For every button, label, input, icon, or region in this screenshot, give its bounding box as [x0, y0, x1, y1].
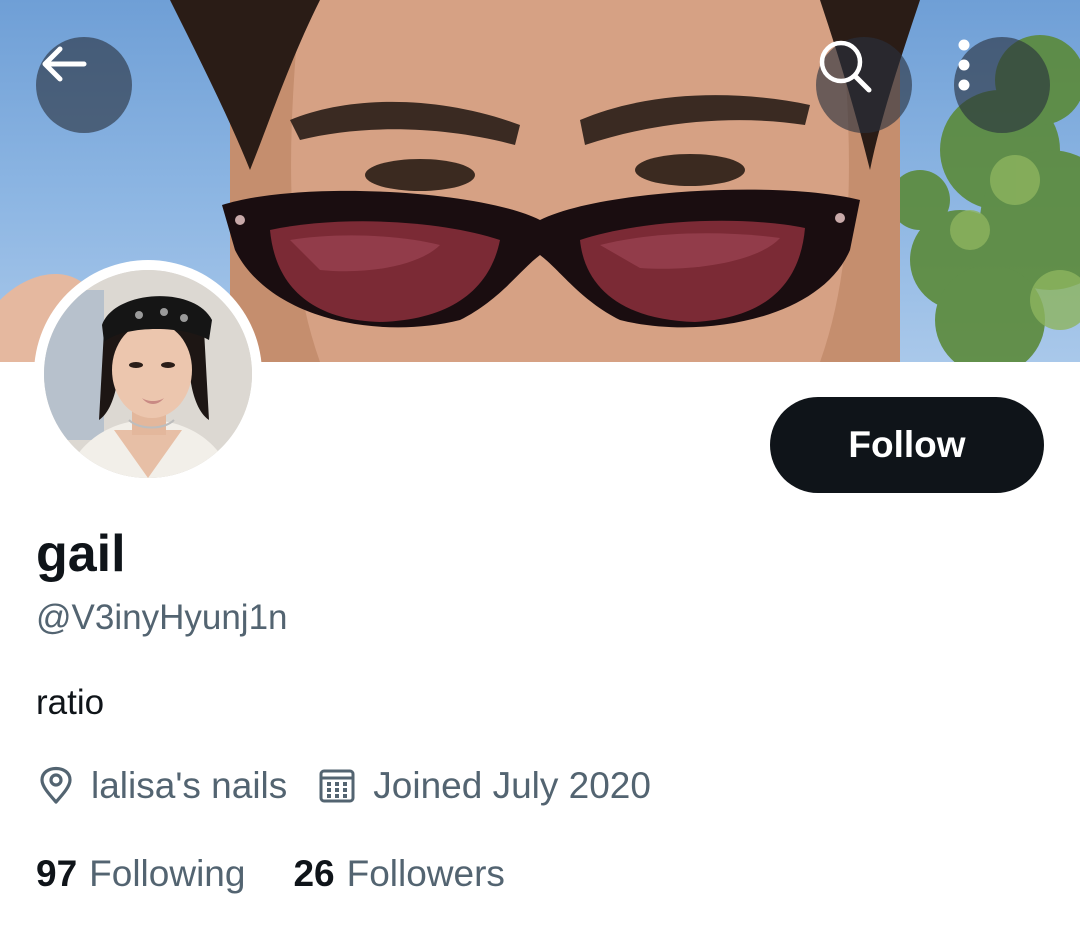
calendar-icon	[317, 766, 357, 806]
location-pin-icon	[36, 766, 76, 806]
follow-stats: 97 Following 26 Followers	[36, 851, 505, 897]
followers-link[interactable]: 26 Followers	[293, 853, 504, 895]
avatar-image	[44, 270, 252, 478]
followers-label: Followers	[346, 853, 505, 894]
follow-button[interactable]: Follow	[770, 397, 1044, 493]
display-name: gail	[36, 525, 126, 583]
back-button[interactable]	[36, 37, 132, 133]
profile-page: Follow gail @V3inyHyunj1n ratio lalisa's…	[0, 0, 1080, 936]
search-button[interactable]	[816, 37, 912, 133]
bio-text: ratio	[36, 683, 105, 722]
avatar[interactable]	[34, 260, 262, 488]
profile-meta: lalisa's nails Joined July 2020	[36, 764, 651, 808]
followers-count: 26	[293, 853, 335, 894]
more-options-button[interactable]	[954, 37, 1050, 133]
following-label: Following	[89, 853, 246, 894]
following-link[interactable]: 97 Following	[36, 853, 245, 895]
join-date: Joined July 2020	[373, 765, 651, 806]
following-count: 97	[36, 853, 78, 894]
user-handle: @V3inyHyunj1n	[36, 598, 288, 637]
location-text: lalisa's nails	[91, 765, 288, 806]
